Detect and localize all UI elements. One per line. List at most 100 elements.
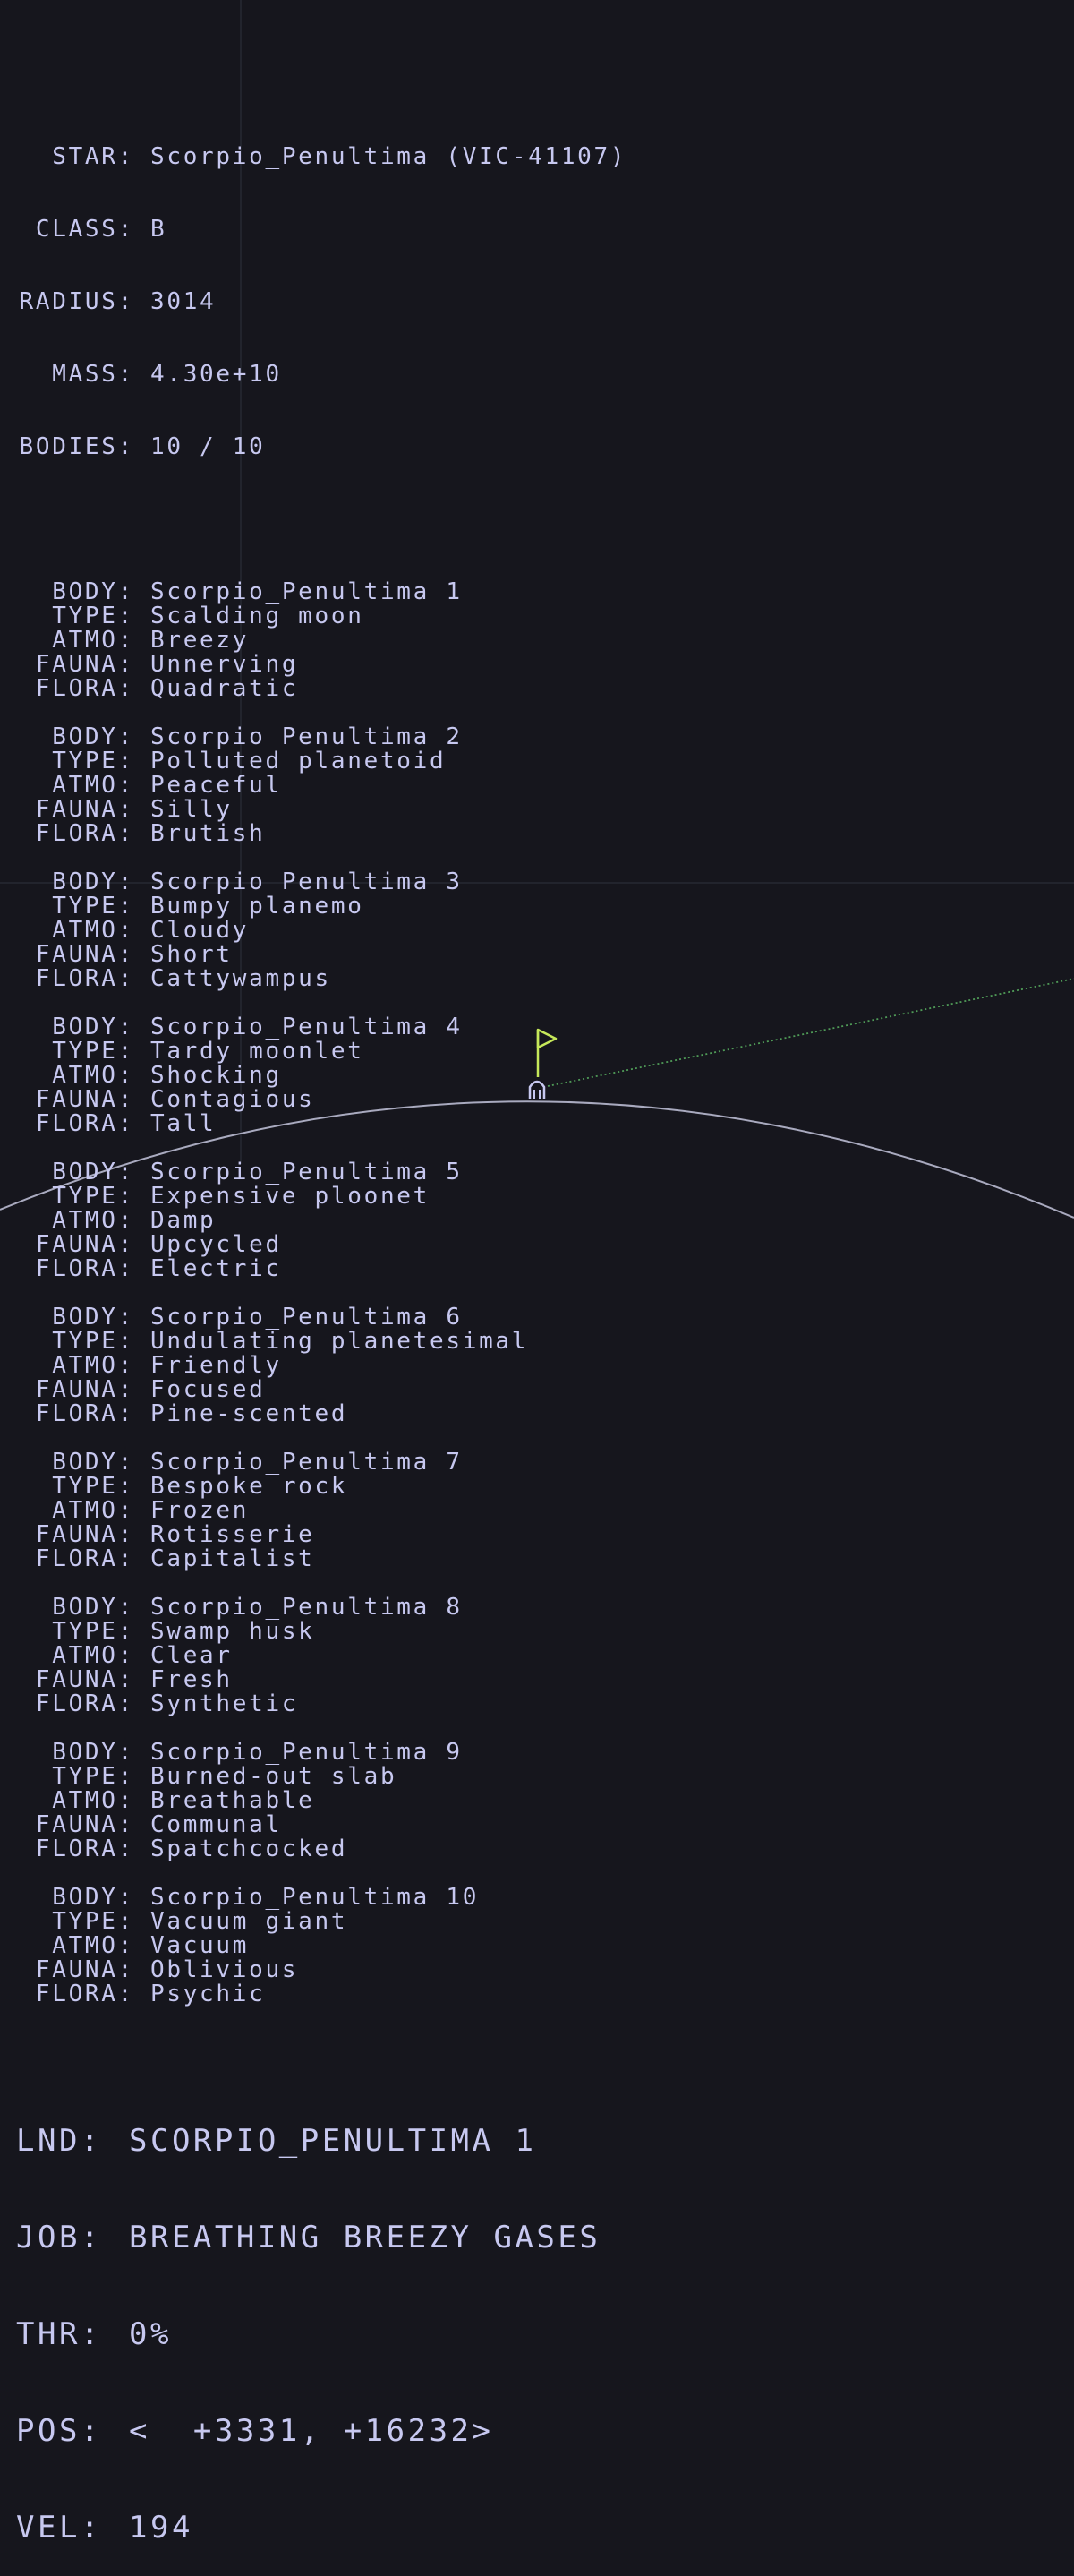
body-flora-value: Quadratic [150,675,299,702]
bodies-label: BODIES: [19,433,134,460]
body-atmo-value: Friendly [150,1352,282,1379]
body-fauna-label: FAUNA: [35,1376,134,1403]
body-type-label: TYPE: [52,748,134,775]
body-flora-value: Electric [150,1255,282,1282]
hud-pos-value: < +3331, +16232> [129,2413,494,2449]
body-block: BODY: Scorpio_Penultima 1 TYPE: Scalding mo… [16,580,626,701]
hud-job-label: JOB: [16,2220,102,2255]
body-flora-row: FLORA: Capitalist [16,1547,626,1571]
body-fauna-value: Short [150,941,233,968]
body-atmo-label: ATMO: [52,1352,134,1379]
body-type-label: TYPE: [52,1038,134,1065]
body-atmo-label: ATMO: [52,917,134,944]
body-body-row: BODY: Scorpio_Penultima 3 [16,870,626,894]
body-atmo-value: Peaceful [150,772,282,799]
body-type-value: Tardy moonlet [150,1038,364,1065]
body-flora-value: Capitalist [150,1545,315,1572]
body-flora-label: FLORA: [35,1110,134,1137]
body-fauna-row: FAUNA: Unnerving [16,653,626,677]
body-atmo-row: ATMO: Friendly [16,1354,626,1378]
body-atmo-row: ATMO: Cloudy [16,919,626,943]
star-system-info: STAR: Scorpio_Penultima (VIC-41107) CLASS… [16,48,626,2031]
body-atmo-row: ATMO: Frozen [16,1499,626,1523]
body-flora-label: FLORA: [35,1255,134,1282]
body-atmo-value: Cloudy [150,917,250,944]
body-atmo-row: ATMO: Breezy [16,629,626,653]
body-body-row: BODY: Scorpio_Penultima 2 [16,725,626,749]
body-flora-value: Synthetic [150,1690,299,1717]
body-fauna-value: Fresh [150,1666,233,1693]
body-fauna-label: FAUNA: [35,941,134,968]
body-list: BODY: Scorpio_Penultima 1 TYPE: Scalding mo… [16,580,626,2007]
body-type-value: Burned-out slab [150,1763,397,1790]
body-type-value: Bespoke rock [150,1473,348,1500]
body-flora-label: FLORA: [35,1690,134,1717]
hud-job-value: BREATHING BREEZY GASES [129,2220,601,2255]
body-atmo-label: ATMO: [52,1642,134,1669]
body-atmo-row: ATMO: Damp [16,1209,626,1233]
hud-job-row: JOB: BREATHING BREEZY GASES [16,2221,601,2254]
body-flora-label: FLORA: [35,965,134,992]
body-flora-row: FLORA: Brutish [16,822,626,846]
body-body-value: Scorpio_Penultima 6 [150,1304,463,1331]
hud-lnd-value: SCORPIO_PENULTIMA 1 [129,2123,537,2159]
body-body-row: BODY: Scorpio_Penultima 4 [16,1015,626,1040]
body-fauna-value: Unnerving [150,651,299,678]
body-type-label: TYPE: [52,1908,134,1935]
star-label: STAR: [52,143,134,170]
body-flora-label: FLORA: [35,675,134,702]
body-body-row: BODY: Scorpio_Penultima 9 [16,1741,626,1765]
body-atmo-label: ATMO: [52,1207,134,1234]
body-atmo-row: ATMO: Peaceful [16,774,626,798]
body-type-value: Scalding moon [150,603,364,629]
body-atmo-row: ATMO: Shocking [16,1064,626,1088]
body-atmo-value: Vacuum [150,1932,250,1959]
body-fauna-row: FAUNA: Fresh [16,1668,626,1692]
class-label: CLASS: [35,216,134,243]
body-flora-value: Cattywampus [150,965,331,992]
body-flora-value: Psychic [150,1981,266,2007]
body-type-label: TYPE: [52,1618,134,1645]
body-fauna-row: FAUNA: Upcycled [16,1233,626,1257]
body-block: BODY: Scorpio_Penultima 2 TYPE: Polluted pl… [16,725,626,846]
body-type-value: Vacuum giant [150,1908,348,1935]
body-flora-row: FLORA: Synthetic [16,1692,626,1716]
body-type-row: TYPE: Bumpy planemo [16,894,626,919]
body-type-row: TYPE: Expensive ploonet [16,1185,626,1209]
body-body-value: Scorpio_Penultima 10 [150,1884,480,1911]
star-name: Scorpio_Penultima (VIC-41107) [150,143,627,170]
body-type-value: Swamp husk [150,1618,315,1645]
flight-hud: LND: SCORPIO_PENULTIMA 1 JOB: BREATHING BR… [16,2060,601,2576]
star-block: STAR: Scorpio_Penultima (VIC-41107) CLASS… [16,97,626,508]
body-fauna-value: Rotisserie [150,1521,315,1548]
body-body-row: BODY: Scorpio_Penultima 8 [16,1596,626,1620]
body-atmo-label: ATMO: [52,1787,134,1814]
body-body-label: BODY: [52,723,134,750]
body-atmo-label: ATMO: [52,1062,134,1089]
body-body-label: BODY: [52,1014,134,1040]
body-flora-label: FLORA: [35,1400,134,1427]
star-class-row: CLASS: B [16,218,626,242]
body-body-label: BODY: [52,578,134,605]
body-body-value: Scorpio_Penultima 1 [150,578,463,605]
body-flora-row: FLORA: Quadratic [16,677,626,701]
body-atmo-label: ATMO: [52,772,134,799]
star-radius: 3014 [150,288,217,315]
body-body-label: BODY: [52,1884,134,1911]
body-flora-row: FLORA: Pine-scented [16,1402,626,1426]
body-body-row: BODY: Scorpio_Penultima 1 [16,580,626,604]
star-name-row: STAR: Scorpio_Penultima (VIC-41107) [16,145,626,169]
body-flora-label: FLORA: [35,1981,134,2007]
body-body-value: Scorpio_Penultima 3 [150,869,463,895]
body-body-label: BODY: [52,1739,134,1766]
body-type-label: TYPE: [52,603,134,629]
body-atmo-row: ATMO: Breathable [16,1789,626,1813]
body-fauna-row: FAUNA: Focused [16,1378,626,1402]
body-fauna-value: Focused [150,1376,266,1403]
body-flora-value: Pine-scented [150,1400,348,1427]
body-atmo-label: ATMO: [52,627,134,654]
body-fauna-label: FAUNA: [35,1231,134,1258]
body-fauna-row: FAUNA: Communal [16,1813,626,1837]
body-atmo-label: ATMO: [52,1497,134,1524]
star-mass: 4.30e+10 [150,361,282,388]
